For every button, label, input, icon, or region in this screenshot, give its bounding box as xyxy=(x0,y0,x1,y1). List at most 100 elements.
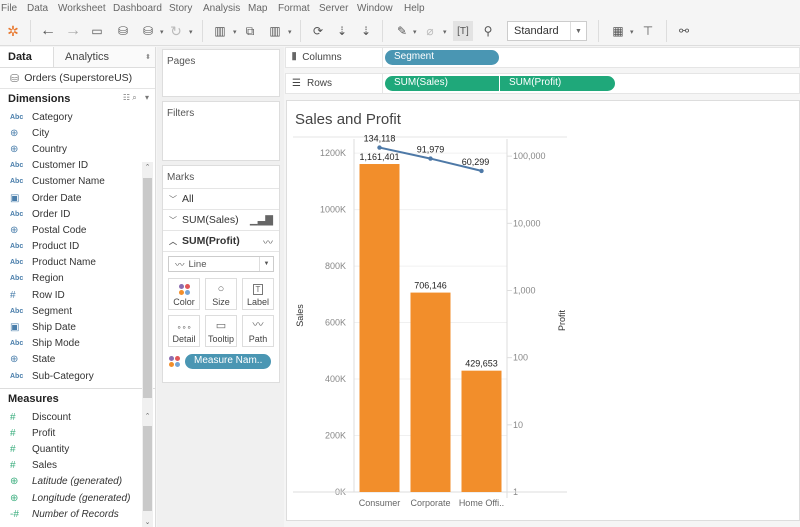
field-item[interactable]: Abc Product Name xyxy=(0,255,155,271)
filters-card[interactable]: Filters xyxy=(162,101,280,161)
show-me-dropdown-icon[interactable]: ▾ xyxy=(630,28,634,36)
swap-icon[interactable]: ⟳ xyxy=(308,21,328,41)
datasource-item[interactable]: ⛁ Orders (SuperstoreUS) xyxy=(0,68,155,89)
field-item[interactable]: ⊕ Postal Code xyxy=(0,222,155,238)
field-item[interactable]: ▣ Ship Date xyxy=(0,319,155,335)
columns-shelf[interactable]: ⫴ Columns Segment xyxy=(285,47,800,68)
pause-dropdown-icon[interactable]: ▾ xyxy=(160,28,164,36)
menu-window[interactable]: Window xyxy=(357,3,393,14)
pause-updates-icon[interactable]: ⛁ xyxy=(138,21,158,41)
highlight-dropdown-icon[interactable]: ▾ xyxy=(413,28,417,36)
show-labels-icon[interactable]: [T] xyxy=(453,21,473,41)
save-icon[interactable]: ▭ xyxy=(87,21,107,41)
field-item[interactable]: ⊕ Latitude (generated) xyxy=(0,474,155,490)
menu-story[interactable]: Story xyxy=(169,3,192,14)
field-item[interactable]: Abc Order ID xyxy=(0,206,155,222)
sum-profit-pill[interactable]: SUM(Profit) xyxy=(500,76,615,91)
presentation-icon[interactable]: ⊤ xyxy=(638,21,658,41)
attach-dropdown-icon[interactable]: ▾ xyxy=(443,28,447,36)
segment-pill[interactable]: Segment xyxy=(385,50,499,65)
number-type-icon: # xyxy=(10,443,16,455)
field-item[interactable]: ▣ Order Date xyxy=(0,190,155,206)
detail-button[interactable]: ∘∘∘ Detail xyxy=(168,315,200,347)
refresh-dropdown-icon[interactable]: ▾ xyxy=(189,28,193,36)
mark-type-select[interactable]: 〰 Line ▼ xyxy=(168,256,274,272)
new-worksheet-dropdown-icon[interactable]: ▾ xyxy=(233,28,237,36)
tooltip-button[interactable]: ▭ Tooltip xyxy=(205,315,237,347)
marks-all[interactable]: ﹀ All xyxy=(163,188,279,209)
field-item[interactable]: Abc Region xyxy=(0,271,155,287)
field-item[interactable]: # Sales xyxy=(0,458,155,474)
scroll-down-icon[interactable]: ⌄ xyxy=(142,518,153,526)
color-label: Color xyxy=(173,297,195,307)
forward-icon[interactable]: → xyxy=(63,21,83,41)
field-item[interactable]: ⊕ State xyxy=(0,352,155,368)
field-item[interactable]: # Row ID xyxy=(0,287,155,303)
menu-analysis[interactable]: Analysis xyxy=(203,3,240,14)
pages-card[interactable]: Pages xyxy=(162,49,280,97)
field-item[interactable]: Abc Product ID xyxy=(0,239,155,255)
sum-sales-pill[interactable]: SUM(Sales) xyxy=(385,76,499,91)
show-me-icon[interactable]: ▦ xyxy=(608,21,628,41)
new-datasource-icon[interactable]: ⛁ xyxy=(113,21,133,41)
menu-data[interactable]: Data xyxy=(27,3,48,14)
path-button[interactable]: 〰 Path xyxy=(242,315,274,347)
duplicate-sheet-icon[interactable]: ⧉ xyxy=(240,21,260,41)
color-encoding: Measure Nam.. xyxy=(169,354,271,369)
view-toggle-icon[interactable]: ☷ xyxy=(123,93,130,102)
scroll-up-icon[interactable]: ⌃ xyxy=(142,163,153,171)
sort-ascending-icon[interactable]: ⇣ xyxy=(332,21,352,41)
field-item[interactable]: Abc Sub-Category xyxy=(0,368,155,384)
size-button[interactable]: ○ Size xyxy=(205,278,237,310)
measure-names-pill[interactable]: Measure Nam.. xyxy=(185,354,271,369)
menu-format[interactable]: Format xyxy=(278,3,310,14)
field-item[interactable]: -# Number of Records xyxy=(0,506,155,522)
scroll-up-icon[interactable]: ⌃ xyxy=(142,412,153,420)
field-item[interactable]: # Discount xyxy=(0,409,155,425)
field-item[interactable]: ⊕ City xyxy=(0,125,155,141)
menu-dashboard[interactable]: Dashboard xyxy=(113,3,162,14)
field-item[interactable]: Abc Segment xyxy=(0,303,155,319)
highlight-icon[interactable]: ✎ xyxy=(392,21,412,41)
rows-shelf[interactable]: ☰ Rows SUM(Sales) SUM(Profit) xyxy=(285,73,800,94)
tab-data[interactable]: Data xyxy=(0,47,54,67)
scroll-thumb[interactable] xyxy=(143,426,152,511)
pin-icon[interactable]: ⚲ xyxy=(478,21,498,41)
pane-menu-icon[interactable]: ⬍ xyxy=(141,47,155,67)
field-item[interactable]: ⊕ Longitude (generated) xyxy=(0,490,155,506)
label-button[interactable]: T Label xyxy=(242,278,274,310)
color-button[interactable]: Color xyxy=(168,278,200,310)
menu-dropdown-icon[interactable]: ▾ xyxy=(145,93,149,102)
field-item[interactable]: ⊕ Country xyxy=(0,141,155,157)
fit-select[interactable]: Standard ▼ xyxy=(507,21,587,41)
field-item[interactable]: Abc Customer Name xyxy=(0,174,155,190)
field-label: Sub-Category xyxy=(32,370,94,382)
back-icon[interactable]: ← xyxy=(38,21,58,41)
y-tick-label: 600K xyxy=(325,318,346,328)
clear-dropdown-icon[interactable]: ▾ xyxy=(288,28,292,36)
new-worksheet-icon[interactable]: ▥ xyxy=(210,21,230,41)
menu-worksheet[interactable]: Worksheet xyxy=(58,3,106,14)
share-icon[interactable]: ⚯ xyxy=(674,21,694,41)
attach-icon[interactable]: ⌀ xyxy=(420,21,440,41)
menu-server[interactable]: Server xyxy=(319,3,348,14)
sort-descending-icon[interactable]: ⇣ xyxy=(356,21,376,41)
clear-sheet-icon[interactable]: ▥ xyxy=(265,21,285,41)
field-item[interactable]: Abc Customer ID xyxy=(0,158,155,174)
menu-help[interactable]: Help xyxy=(404,3,425,14)
field-item[interactable]: # Profit xyxy=(0,425,155,441)
menu-file[interactable]: File xyxy=(1,3,17,14)
marks-sum-profit[interactable]: ︿ SUM(Profit) 〰 xyxy=(163,230,279,251)
field-item[interactable]: Abc Category xyxy=(0,109,155,125)
scroll-thumb[interactable] xyxy=(143,178,152,398)
field-item[interactable]: Abc Ship Mode xyxy=(0,336,155,352)
search-icon[interactable]: ⌕ xyxy=(132,93,136,102)
y2-tick-label: 1,000 xyxy=(513,285,536,295)
measures-scrollbar[interactable]: ⌃ ⌄ xyxy=(142,411,153,527)
marks-sum-sales[interactable]: ﹀ SUM(Sales) ▁▃▇ xyxy=(163,209,279,230)
tableau-logo-icon[interactable]: ✲ xyxy=(3,21,23,41)
menu-map[interactable]: Map xyxy=(248,3,267,14)
tab-analytics[interactable]: Analytics xyxy=(54,47,142,67)
field-item[interactable]: # Quantity xyxy=(0,441,155,457)
refresh-icon[interactable]: ↻ xyxy=(166,21,186,41)
